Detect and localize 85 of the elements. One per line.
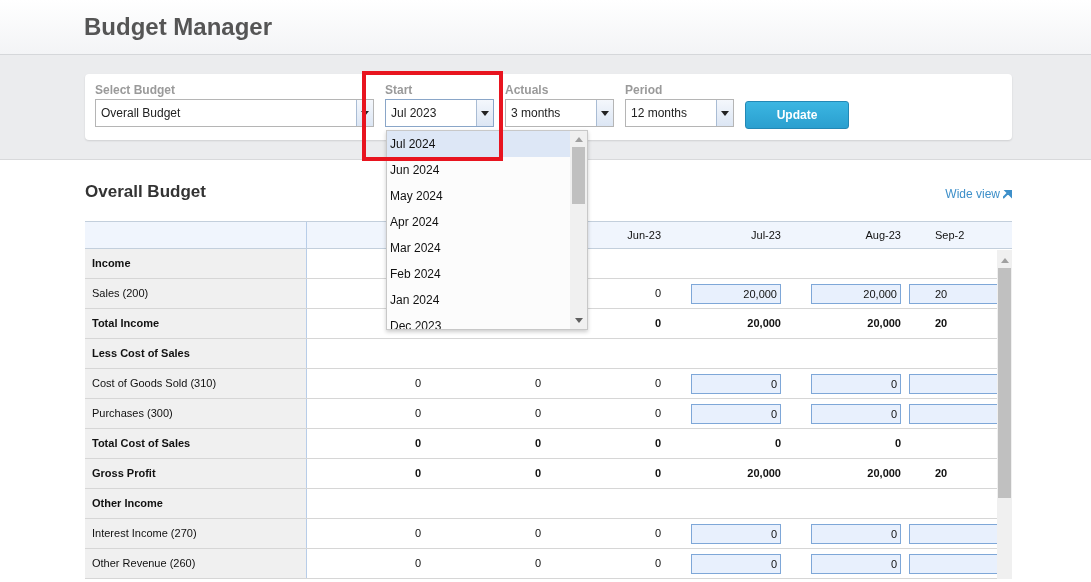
row-label: Less Cost of Sales (92, 346, 190, 362)
dropdown-option[interactable]: Apr 2024 (387, 209, 570, 235)
expand-arrow-icon (1003, 189, 1012, 199)
dropdown-option[interactable]: Feb 2024 (387, 261, 570, 287)
scroll-up-icon[interactable] (574, 137, 583, 142)
table-cell-text: 0 (534, 526, 541, 542)
scrollbar[interactable] (997, 250, 1012, 579)
caret-icon (721, 110, 729, 116)
budget-input[interactable]: 0 (691, 553, 781, 574)
row-label: Purchases (300) (92, 406, 173, 422)
table-cell-text: 20,000 (867, 316, 901, 332)
budget-input[interactable] (909, 523, 999, 544)
field-label: Period (625, 82, 664, 99)
table-cell-text: 0 (654, 466, 661, 482)
dropdown-select[interactable]: 12 months (625, 99, 734, 127)
budget-input[interactable] (909, 553, 999, 574)
column-header: Jun-23 (627, 227, 661, 243)
row-label: Sales (200) (92, 286, 149, 302)
wide-view-link[interactable]: Wide view (945, 185, 1012, 203)
table-cell-text: 0 (654, 316, 661, 332)
table-cell-text: 20,000 (867, 466, 901, 482)
row-label: Income (92, 256, 131, 272)
dropdown-select[interactable]: 3 months (505, 99, 614, 127)
field-label: Start (385, 82, 414, 99)
table-cell-text: 0 (654, 376, 661, 392)
table-cell-text: 0 (654, 436, 661, 452)
table-cell-text: 0 (414, 436, 421, 452)
table-cell-text: 0 (414, 466, 421, 482)
table-cell-text: 0 (894, 436, 901, 452)
column-header: Aug-23 (865, 227, 901, 243)
row-label: Other Revenue (260) (92, 556, 196, 572)
scroll-thumb[interactable] (998, 268, 1011, 498)
table-cell-text: 0 (534, 376, 541, 392)
table-cell-text: 0 (654, 526, 661, 542)
table-cell-text: 20,000 (747, 316, 781, 332)
table-cell-text: 20 (935, 316, 948, 332)
budget-input[interactable]: 0 (811, 373, 901, 394)
column-header: Jul-23 (751, 227, 781, 243)
dropdown-option[interactable]: Jul 2024 (387, 131, 570, 157)
field-label: Actuals (505, 82, 550, 99)
table-cell-text: 20 (935, 466, 948, 482)
scroll-down-icon[interactable] (574, 318, 583, 323)
budget-input[interactable]: 0 (691, 523, 781, 544)
table-cell-text: 0 (414, 526, 421, 542)
table-cell-text: 0 (534, 466, 541, 482)
row-label: Total Cost of Sales (92, 436, 191, 452)
page-title: Budget Manager (84, 12, 272, 42)
scroll-up-icon[interactable] (1000, 258, 1009, 263)
budget-input[interactable]: 0 (691, 373, 781, 394)
budget-input[interactable]: 20,000 (811, 283, 901, 304)
budget-input[interactable] (909, 373, 999, 394)
budget-input[interactable]: 20,000 (691, 283, 781, 304)
table-cell-text: 0 (414, 556, 421, 572)
dropdown-option[interactable]: Jan 2024 (387, 287, 570, 313)
table-cell-text: 0 (654, 406, 661, 422)
budget-input[interactable] (909, 403, 999, 424)
table-cell-text: 0 (534, 406, 541, 422)
row-label: Interest Income (270) (92, 526, 197, 542)
dropdown-select[interactable]: Jul 2023 (385, 99, 494, 127)
budget-input[interactable]: 0 (811, 403, 901, 424)
budget-input[interactable]: 0 (811, 523, 901, 544)
budget-input[interactable]: 0 (811, 553, 901, 574)
row-label: Other Income (92, 496, 163, 512)
table-cell-text: 20,000 (747, 466, 781, 482)
table-cell-text: 0 (534, 556, 541, 572)
budget-input[interactable]: 0 (691, 403, 781, 424)
table-cell-text: 0 (414, 406, 421, 422)
table-cell-text: 0 (534, 436, 541, 452)
dropdown-option[interactable]: May 2024 (387, 183, 570, 209)
section-title: Overall Budget (85, 180, 206, 203)
table-cell-text: 0 (654, 286, 661, 302)
row-label: Cost of Goods Sold (310) (92, 376, 217, 392)
caret-icon (481, 110, 489, 116)
column-header: Sep-2 (935, 227, 965, 243)
caret-icon (601, 110, 609, 116)
table-cell-text: 0 (654, 556, 661, 572)
row-label: Total Income (92, 316, 160, 332)
table-cell-text: 0 (774, 436, 781, 452)
dropdown-option[interactable]: Mar 2024 (387, 235, 570, 261)
table-cell-text: 0 (414, 376, 421, 392)
field-label: Select Budget (95, 82, 176, 99)
dropdown-option[interactable]: Jun 2024 (387, 157, 570, 183)
scroll-thumb[interactable] (572, 147, 585, 204)
row-label: Gross Profit (92, 466, 156, 482)
budget-input[interactable]: 20 (909, 283, 999, 304)
